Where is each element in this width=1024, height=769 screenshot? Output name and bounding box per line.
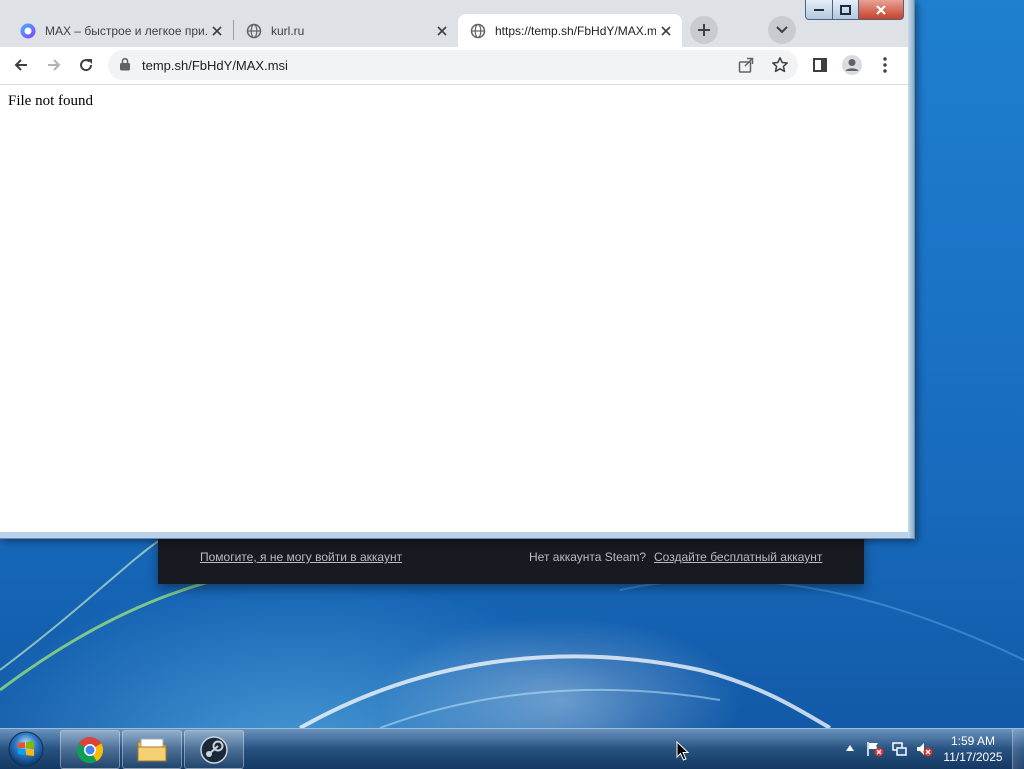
window-border — [908, 0, 914, 538]
reload-icon — [80, 59, 93, 72]
browser-toolbar: temp.sh/FbHdY/MAX.msi — [0, 47, 908, 85]
new-tab-button[interactable] — [690, 16, 718, 44]
close-window-button[interactable] — [859, 0, 904, 20]
arrow-left-icon — [14, 59, 27, 71]
globe-icon — [470, 23, 486, 38]
arrow-right-icon — [48, 59, 61, 71]
show-desktop-button[interactable] — [1012, 729, 1024, 769]
taskbar-chrome-button[interactable] — [60, 730, 120, 769]
mouse-cursor-icon — [676, 741, 690, 761]
taskbar-steam-button[interactable] — [184, 730, 244, 769]
globe-icon — [246, 23, 262, 38]
taskbar: 1:59 AM 11/17/2025 — [0, 728, 1024, 769]
start-button[interactable] — [4, 730, 48, 768]
tab-title: kurl.ru — [271, 23, 305, 38]
network-icon[interactable] — [891, 741, 909, 757]
error-message: File not found — [8, 93, 93, 109]
volume-muted-icon[interactable] — [915, 741, 933, 757]
tab-kurl[interactable]: kurl.ru — [234, 14, 458, 47]
system-clock[interactable]: 1:59 AM 11/17/2025 — [940, 733, 1006, 765]
plus-icon — [698, 24, 710, 36]
max-logo-icon — [20, 23, 36, 38]
close-icon — [876, 4, 886, 15]
close-tab-icon[interactable] — [656, 21, 676, 41]
show-hidden-icons-arrow[interactable] — [846, 745, 854, 751]
address-bar-url: temp.sh/FbHdY/MAX.msi — [142, 58, 288, 73]
close-tab-icon[interactable] — [207, 21, 227, 41]
side-panel-button[interactable] — [805, 50, 835, 80]
close-tab-icon[interactable] — [432, 21, 452, 41]
lock-icon — [120, 57, 130, 71]
avatar-icon — [842, 55, 862, 75]
page-content: File not found — [0, 85, 908, 532]
chrome-window: MAX – быстрое и легкое при... kurl.ru ht… — [0, 0, 915, 539]
tab-search-button[interactable] — [768, 16, 796, 44]
tab-max[interactable]: MAX – быстрое и легкое при... — [8, 14, 233, 47]
maximize-button[interactable] — [833, 0, 859, 20]
reload-button[interactable] — [71, 50, 101, 80]
menu-button[interactable] — [870, 50, 900, 80]
maximize-icon — [840, 4, 851, 15]
forward-button[interactable] — [39, 50, 69, 80]
minimize-button[interactable] — [805, 0, 833, 20]
share-icon[interactable] — [736, 55, 756, 75]
chrome-icon — [76, 736, 104, 763]
profile-button[interactable] — [837, 50, 867, 80]
chevron-down-icon — [776, 26, 788, 34]
tab-title: MAX – быстрое и легкое при... — [45, 23, 207, 38]
minimize-icon — [814, 8, 824, 11]
file-explorer-icon — [137, 738, 167, 761]
clock-time: 1:59 AM — [950, 734, 996, 748]
taskbar-explorer-button[interactable] — [122, 730, 182, 769]
cant-sign-in-link[interactable]: Помогите, я не могу войти в аккаунт — [200, 550, 402, 564]
bookmark-star-icon[interactable] — [770, 55, 790, 75]
action-center-flag-icon[interactable] — [866, 741, 884, 757]
side-panel-icon — [813, 58, 827, 72]
create-account-link[interactable]: Создайте бесплатный аккаунт — [654, 550, 822, 564]
address-bar[interactable]: temp.sh/FbHdY/MAX.msi — [108, 50, 798, 80]
steam-icon — [200, 735, 228, 764]
clock-date: 11/17/2025 — [943, 750, 1003, 764]
windows-orb-icon — [8, 731, 44, 767]
back-button[interactable] — [6, 50, 36, 80]
tab-strip: MAX – быстрое и легкое при... kurl.ru ht… — [0, 0, 908, 47]
tab-title: https://temp.sh/FbHdY/MAX.msi — [495, 23, 656, 38]
no-account-text: Нет аккаунта Steam? — [529, 550, 647, 564]
kebab-menu-icon — [883, 57, 887, 73]
window-caption-buttons — [805, 0, 904, 20]
tab-temp-sh[interactable]: https://temp.sh/FbHdY/MAX.msi — [458, 14, 682, 47]
